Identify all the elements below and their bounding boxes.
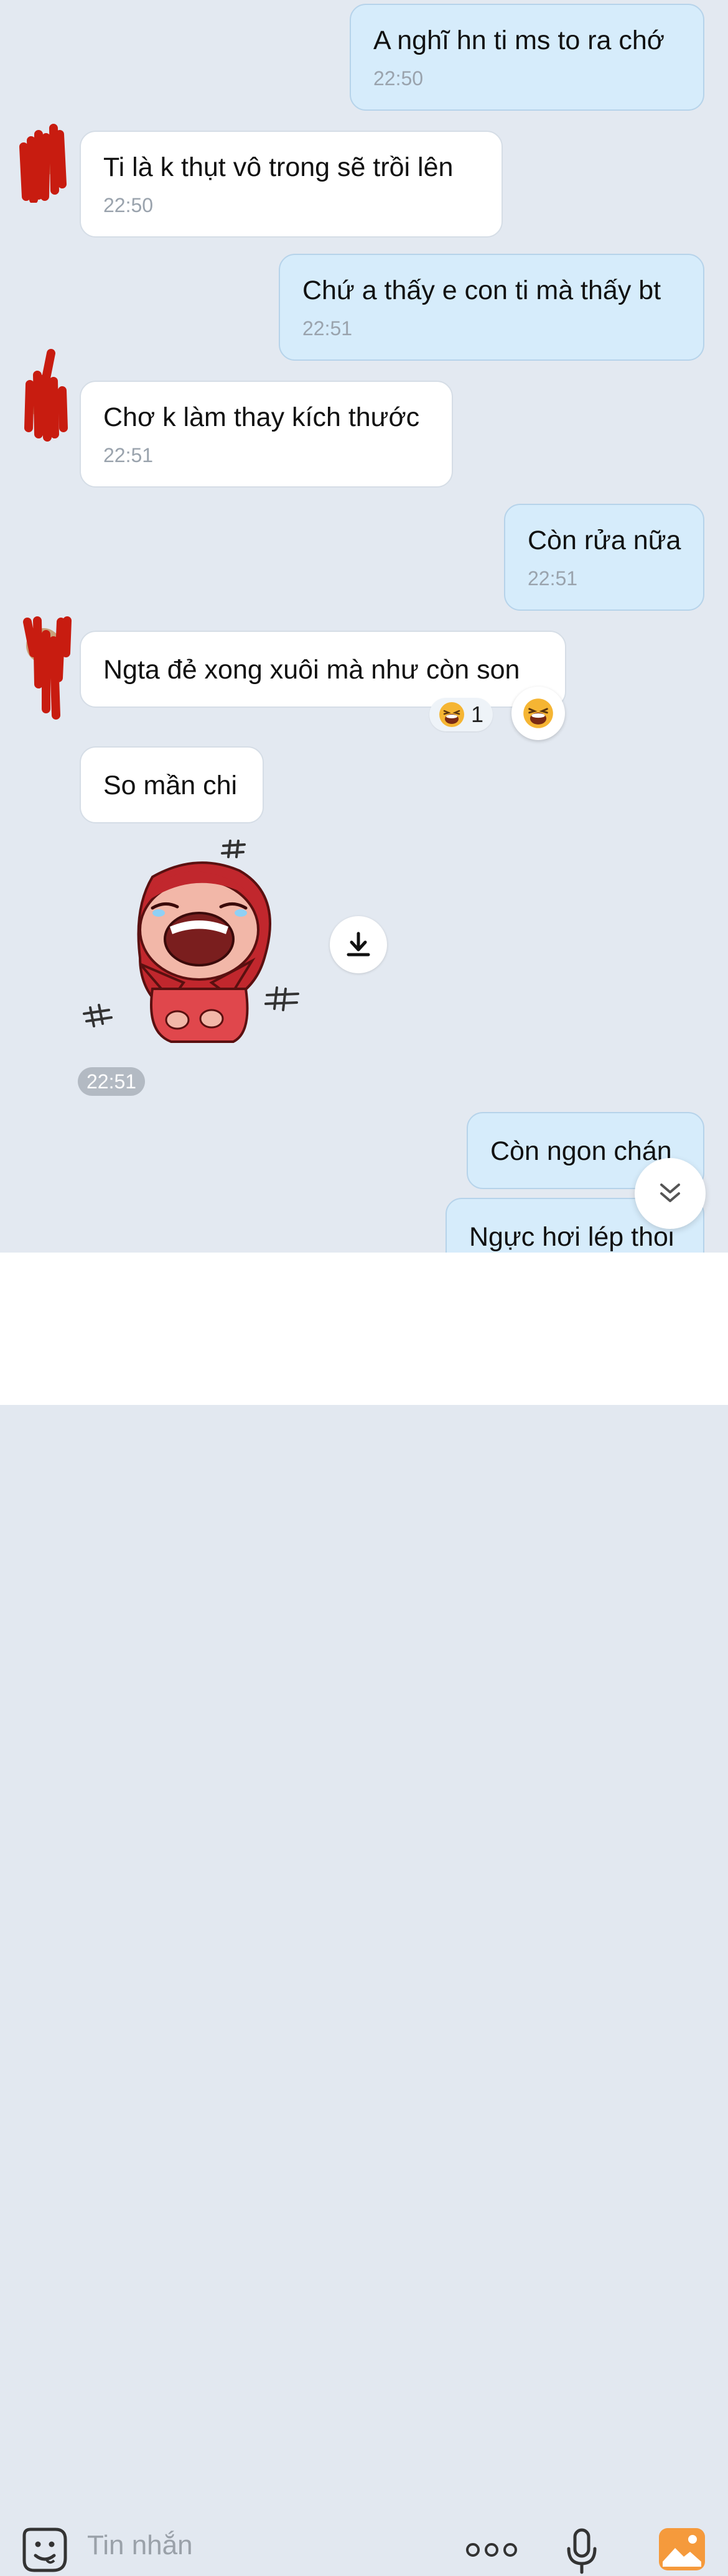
add-reaction-button[interactable] xyxy=(511,687,565,740)
incoming-message[interactable]: Ti là k thụt vô trong sẽ trồi lên 22:50 xyxy=(80,131,503,238)
message-text: Ngực hơi lép thoi xyxy=(469,1222,674,1252)
more-dots-icon xyxy=(466,2543,517,2557)
message-time: 22:50 xyxy=(103,193,154,216)
message-input[interactable]: Tin nhắn xyxy=(87,2530,193,2561)
chat-area[interactable]: A nghĩ hn ti ms to ra chớ 22:50 Ti là k … xyxy=(0,0,728,1253)
sticker-smiley-icon xyxy=(22,2527,67,2572)
download-button[interactable] xyxy=(330,916,387,973)
outgoing-message[interactable]: Còn rửa nữa 22:51 xyxy=(504,504,704,611)
message-text: Chơ k làm thay kích thước xyxy=(103,402,420,432)
sticker-button[interactable] xyxy=(21,2526,68,2574)
sticker-time: 22:51 xyxy=(78,1067,146,1096)
message-time: 22:50 xyxy=(373,67,424,90)
incoming-message[interactable]: Chơ k làm thay kích thước 22:51 xyxy=(80,381,453,488)
microphone-icon xyxy=(567,2528,597,2574)
message-time: 22:51 xyxy=(103,443,154,466)
reaction-count-value: 1 xyxy=(470,702,484,727)
voice-message-button[interactable] xyxy=(564,2526,600,2576)
outgoing-message[interactable]: Chứ a thấy e con ti mà thấy bt 22:51 xyxy=(279,254,704,361)
message-text: A nghĩ hn ti ms to ra chớ xyxy=(373,25,665,55)
message-text: Còn rửa nữa xyxy=(528,526,681,555)
gallery-button[interactable] xyxy=(658,2527,706,2571)
message-text: Ti là k thụt vô trong sẽ trồi lên xyxy=(103,152,454,182)
message-time: 22:51 xyxy=(302,317,353,340)
outgoing-message[interactable]: A nghĩ hn ti ms to ra chớ 22:50 xyxy=(350,4,704,111)
message-input-bar: Tin nhắn xyxy=(0,1253,728,2574)
more-options-button[interactable] xyxy=(465,2537,518,2562)
incoming-message[interactable]: Ngta đẻ xong xuôi mà như còn son xyxy=(80,631,566,708)
message-text: So mần chi xyxy=(103,771,238,800)
avatar[interactable] xyxy=(20,347,72,442)
laughing-emoji-icon xyxy=(523,698,553,728)
image-gallery-icon xyxy=(659,2528,705,2570)
message-time: 22:51 xyxy=(528,567,578,590)
avatar[interactable] xyxy=(21,616,73,720)
sticker-image[interactable] xyxy=(78,833,314,1057)
reaction-count[interactable]: 1 xyxy=(429,698,493,731)
double-chevron-down-icon xyxy=(660,1184,680,1202)
download-icon xyxy=(347,932,370,957)
incoming-message[interactable]: So mần chi xyxy=(80,746,264,823)
avatar[interactable] xyxy=(17,122,70,204)
laughing-emoji-icon xyxy=(439,702,464,727)
scroll-to-bottom-button[interactable] xyxy=(635,1158,706,1229)
message-text: Ngta đẻ xong xuôi mà như còn son xyxy=(103,655,520,685)
message-text: Chứ a thấy e con ti mà thấy bt xyxy=(302,276,661,305)
